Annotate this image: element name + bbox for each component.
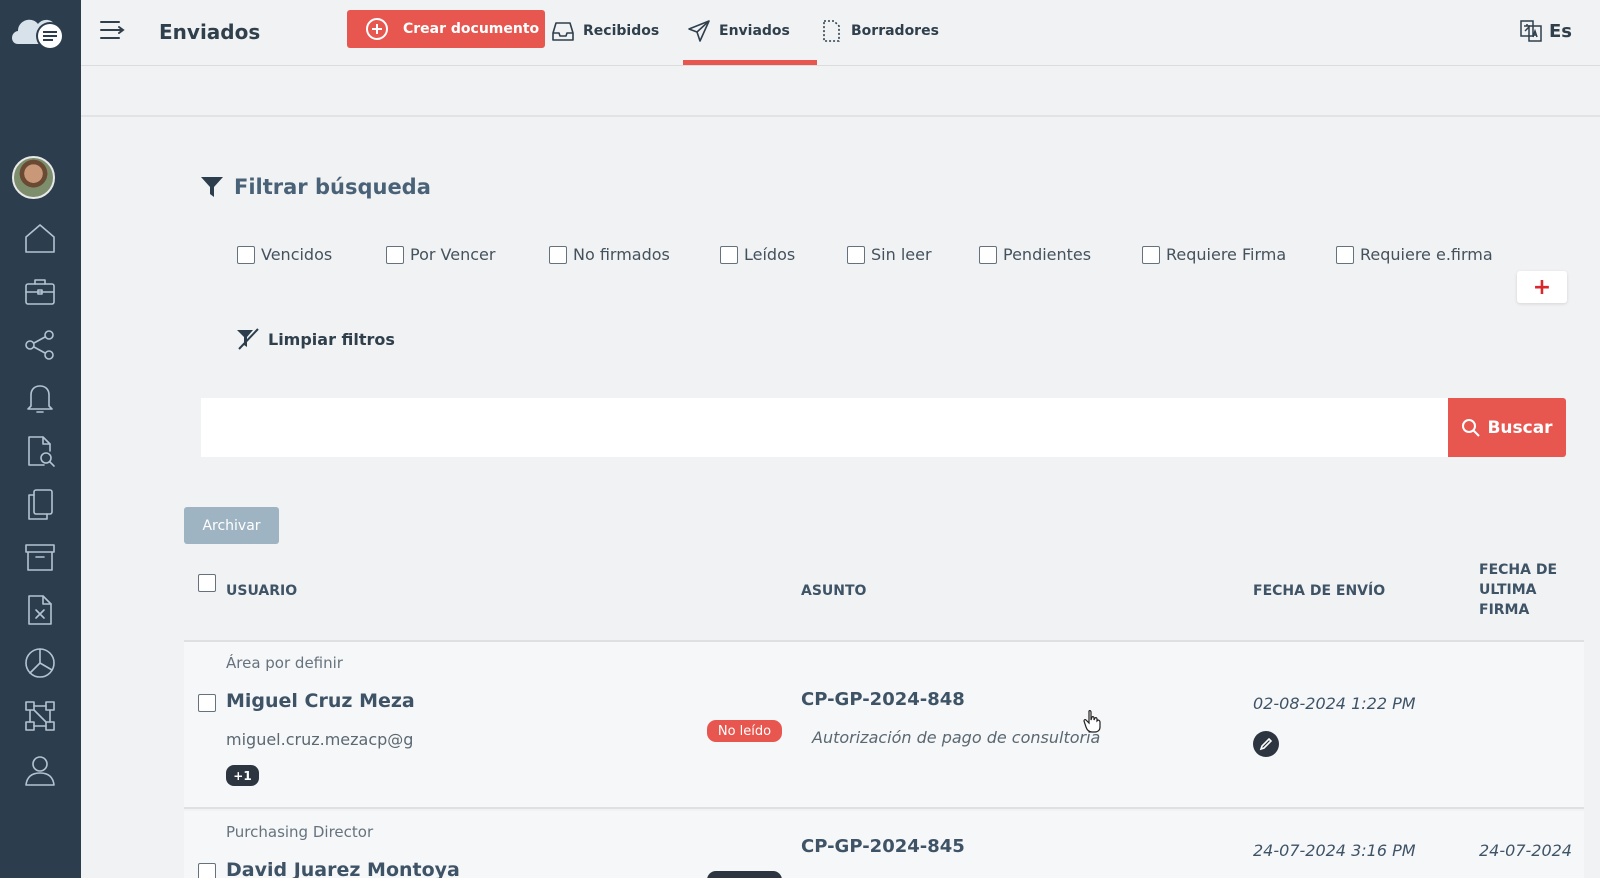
sidebar: [0, 0, 81, 878]
send-icon: [688, 20, 710, 42]
tab-label: Borradores: [851, 23, 939, 39]
filter-por-vencer[interactable]: Por Vencer: [386, 245, 495, 264]
tab-recibidos[interactable]: Recibidos: [551, 16, 659, 46]
document-search-icon[interactable]: [20, 431, 60, 471]
hand-cursor-icon: [1083, 709, 1101, 733]
row-checkbox[interactable]: [198, 863, 216, 878]
filter-sin-leer[interactable]: Sin leer: [847, 245, 932, 264]
add-filter-button[interactable]: +: [1517, 271, 1567, 303]
pie-chart-icon[interactable]: [20, 643, 60, 683]
row-checkbox[interactable]: [198, 694, 216, 712]
topbar: Enviados Crear documento Recibidos Envia…: [81, 0, 1600, 66]
filter-clear-icon: [237, 328, 259, 350]
document-code[interactable]: CP-GP-2024-848: [801, 689, 965, 710]
page-title: Enviados: [159, 20, 261, 44]
clear-filters-label: Limpiar filtros: [268, 329, 395, 349]
search-button-label: Buscar: [1487, 417, 1553, 438]
plus-circle-icon: [366, 18, 388, 40]
user-avatar[interactable]: [12, 156, 55, 199]
user-name[interactable]: Miguel Cruz Meza: [226, 690, 415, 712]
pen-icon: [1259, 737, 1273, 751]
table-row[interactable]: Purchasing Director David Juarez Montoya…: [184, 811, 1584, 878]
checkbox[interactable]: [1336, 245, 1354, 264]
filter-label: Requiere Firma: [1166, 245, 1287, 264]
header-line: FECHA DE: [1479, 562, 1558, 578]
extra-recipients-badge[interactable]: +1: [226, 765, 259, 786]
status-badge: No leído: [707, 720, 782, 742]
app-logo-icon[interactable]: [10, 10, 70, 56]
document-cancel-icon[interactable]: [20, 590, 60, 630]
language-label: Es: [1548, 20, 1572, 42]
column-header-user: USUARIO: [226, 583, 298, 599]
briefcase-icon[interactable]: [20, 272, 60, 312]
filter-label: Sin leer: [871, 245, 932, 264]
copy-icon[interactable]: [20, 484, 60, 524]
last-signature-date: 24-07-2024: [1479, 841, 1572, 860]
user-name[interactable]: David Juarez Montoya: [226, 859, 460, 878]
filter-title-text: Filtrar búsqueda: [234, 175, 431, 199]
active-tab-indicator: [683, 60, 817, 65]
column-header-sent-date: FECHA DE ENVÍO: [1253, 583, 1386, 599]
filter-no-firmados[interactable]: No firmados: [549, 245, 670, 264]
tab-borradores[interactable]: Borradores: [819, 16, 939, 46]
filter-label: Vencidos: [261, 245, 333, 264]
archive-button[interactable]: Archivar: [184, 507, 279, 544]
user-area: Purchasing Director: [226, 823, 374, 841]
checkbox[interactable]: [720, 245, 738, 264]
document-code[interactable]: CP-GP-2024-845: [801, 836, 965, 857]
sent-date: 02-08-2024 1:22 PM: [1253, 694, 1416, 713]
filter-section-title: Filtrar búsqueda: [200, 175, 431, 199]
user-email: miguel.cruz.mezacp@g: [226, 730, 414, 749]
filter-label: Requiere e.firma: [1360, 245, 1493, 264]
filter-leidos[interactable]: Leídos: [720, 245, 795, 264]
share-icon[interactable]: [20, 325, 60, 365]
header-line: FIRMA: [1479, 602, 1530, 618]
create-document-label: Crear documento: [403, 21, 540, 37]
filter-label: Leídos: [744, 245, 796, 264]
clear-filters-button[interactable]: Limpiar filtros: [236, 327, 395, 351]
checkbox[interactable]: [237, 245, 255, 264]
archive-icon[interactable]: [20, 537, 60, 577]
column-header-last-signature: FECHA DE ULTIMA FIRMA: [1479, 560, 1557, 620]
edit-signature-button[interactable]: [1253, 731, 1279, 757]
create-document-button[interactable]: Crear documento: [347, 10, 545, 48]
checkbox[interactable]: [549, 245, 567, 264]
filter-pendientes[interactable]: Pendientes: [979, 245, 1091, 264]
sent-date: 24-07-2024 3:16 PM: [1253, 841, 1416, 860]
header-line: ULTIMA: [1479, 582, 1537, 598]
bell-icon[interactable]: [20, 378, 60, 418]
tab-label: Enviados: [719, 23, 790, 39]
filter-label: Por Vencer: [410, 245, 496, 264]
status-badge: [707, 871, 782, 878]
search-icon: [1462, 418, 1481, 437]
filter-requiere-firma[interactable]: Requiere Firma: [1142, 245, 1286, 264]
column-header-subject: ASUNTO: [801, 583, 867, 599]
filter-label: No firmados: [573, 245, 670, 264]
workflow-icon[interactable]: [20, 696, 60, 736]
user-icon[interactable]: [20, 750, 60, 790]
user-area: Área por definir: [226, 654, 343, 672]
checkbox[interactable]: [1142, 245, 1160, 264]
tab-enviados[interactable]: Enviados: [687, 16, 790, 46]
search-input[interactable]: [201, 398, 1449, 457]
search-button[interactable]: Buscar: [1448, 398, 1566, 457]
language-selector[interactable]: Es: [1519, 18, 1572, 44]
filter-vencidos[interactable]: Vencidos: [237, 245, 332, 264]
inbox-icon: [552, 22, 574, 41]
checkbox[interactable]: [847, 245, 865, 264]
home-icon[interactable]: [20, 218, 60, 258]
checkbox[interactable]: [979, 245, 997, 264]
filter-requiere-efirma[interactable]: Requiere e.firma: [1336, 245, 1493, 264]
draft-icon: [823, 20, 840, 42]
translate-icon: [1520, 20, 1542, 42]
filter-icon: [201, 177, 223, 197]
filter-label: Pendientes: [1003, 245, 1092, 264]
table-row[interactable]: Área por definir Miguel Cruz Meza miguel…: [184, 642, 1584, 809]
select-all-checkbox[interactable]: [198, 574, 216, 592]
document-subject: Autorización de pago de consultoría: [812, 728, 1101, 747]
menu-toggle-icon[interactable]: [99, 18, 125, 42]
subheader-band: [81, 67, 1600, 117]
tab-label: Recibidos: [583, 23, 660, 39]
checkbox[interactable]: [386, 245, 404, 264]
